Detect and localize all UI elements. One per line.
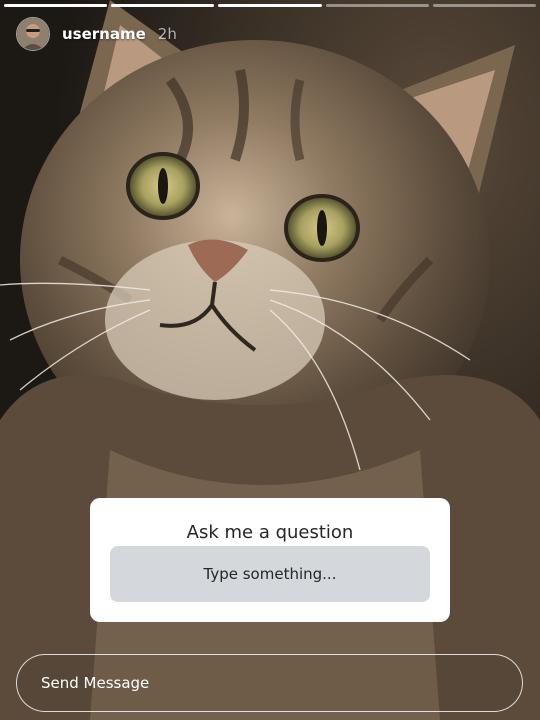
progress-segment bbox=[218, 4, 322, 7]
question-answer-input[interactable]: Type something... bbox=[110, 546, 430, 602]
story-progress-bar bbox=[4, 4, 537, 7]
question-title: Ask me a question bbox=[186, 522, 354, 543]
progress-segment bbox=[4, 4, 108, 7]
send-message-input[interactable]: Send Message bbox=[16, 654, 523, 712]
story-viewer[interactable]: username 2h Ask me a question Type somet… bbox=[0, 0, 540, 720]
avatar[interactable] bbox=[16, 17, 50, 51]
progress-segment bbox=[111, 4, 215, 7]
post-time: 2h bbox=[157, 25, 177, 43]
username-label[interactable]: username bbox=[62, 25, 146, 43]
question-sticker[interactable]: Ask me a question Type something... bbox=[90, 498, 450, 622]
progress-segment bbox=[432, 4, 537, 7]
progress-segment bbox=[325, 4, 429, 7]
story-header: username 2h bbox=[16, 16, 524, 52]
